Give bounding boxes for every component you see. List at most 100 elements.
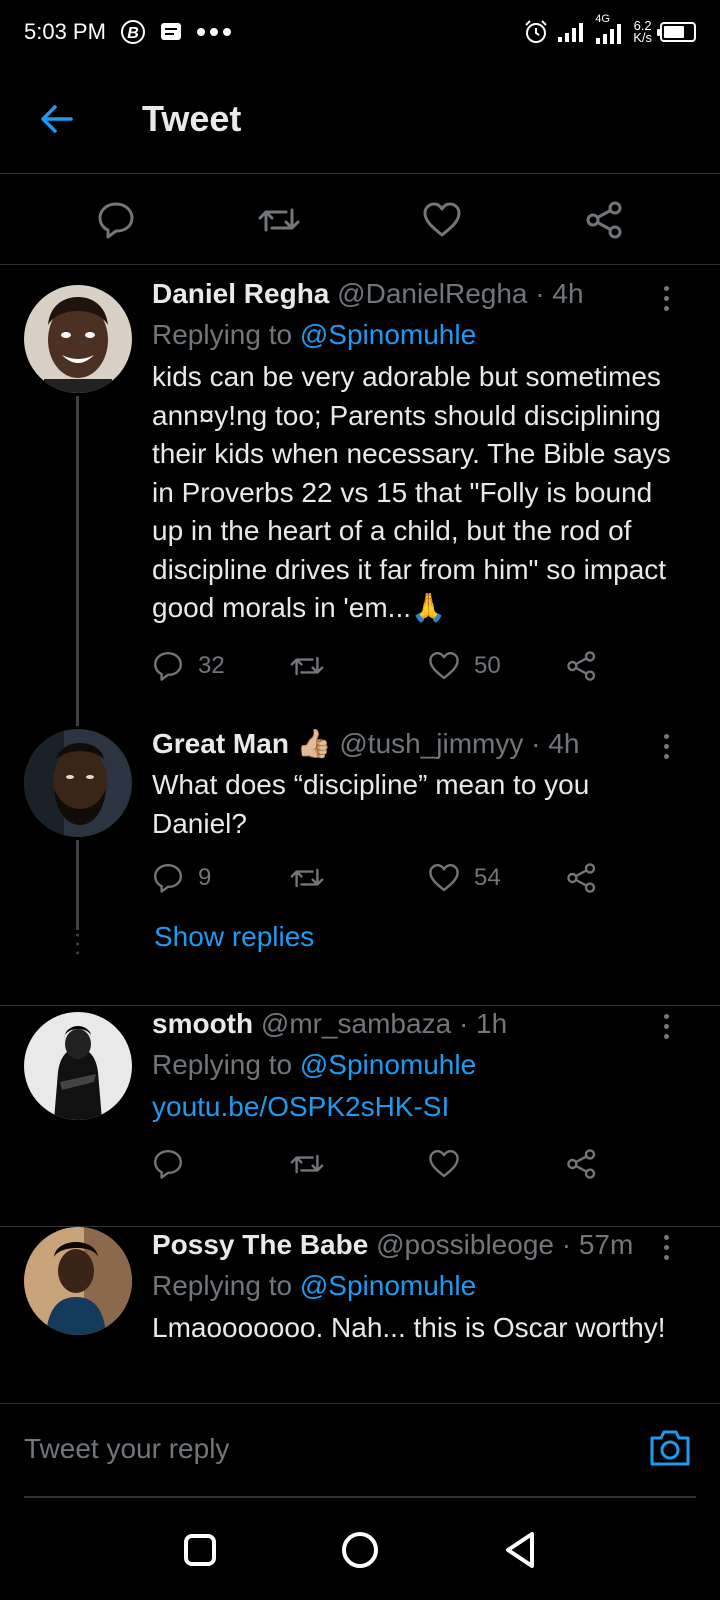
reply-feed[interactable]: Daniel Regha @DanielRegha · 4h Replying … (0, 266, 720, 1403)
share-action[interactable] (566, 856, 598, 900)
more-options-button[interactable] (654, 278, 678, 318)
tweet-text: kids can be very adorable but sometimes … (152, 361, 671, 623)
back-button[interactable] (28, 90, 86, 148)
more-options-button[interactable] (654, 1006, 678, 1046)
system-navigation (0, 1500, 720, 1600)
mention-link[interactable]: @Spinomuhle (300, 319, 476, 350)
reply-icon (154, 864, 182, 893)
recents-button[interactable] (170, 1520, 230, 1580)
tweet-actions: 32 50 (152, 644, 622, 688)
separator: · (535, 278, 545, 309)
replying-to: Replying to @Spinomuhle (152, 1267, 680, 1305)
net-speed: 6.2 K/s (633, 19, 652, 44)
battery-level (664, 26, 684, 38)
tweet-time: 57m (578, 1229, 634, 1260)
camera-icon (650, 1430, 690, 1466)
avatar[interactable] (24, 1227, 132, 1335)
more-options-button[interactable] (654, 726, 678, 766)
author-name[interactable]: Daniel Regha (152, 278, 329, 309)
reply-composer (0, 1403, 720, 1498)
share-button[interactable] (575, 190, 635, 250)
retweet-action[interactable] (288, 1142, 340, 1186)
replying-prefix: Replying to (152, 1049, 293, 1080)
reply-action[interactable]: 32 (152, 644, 225, 688)
home-button[interactable] (330, 1520, 390, 1580)
tweet-header: smooth @mr_sambaza · 1h (152, 1006, 680, 1042)
separator: · (531, 728, 541, 759)
tweet-text: Lmaooooooo. Nah... this is Oscar worthy! (152, 1312, 666, 1343)
reply-button[interactable] (86, 190, 146, 250)
thread-line (76, 840, 79, 930)
replying-prefix: Replying to (152, 319, 293, 350)
mention-link[interactable]: @Spinomuhle (300, 1049, 476, 1080)
thread-line (76, 396, 79, 726)
signal-4g-icon: 4G (595, 13, 625, 45)
reply-count: 32 (198, 652, 225, 679)
retweet-button[interactable] (249, 190, 309, 250)
like-action[interactable] (428, 1142, 474, 1186)
share-icon (567, 651, 596, 681)
svg-text:B: B (127, 25, 139, 42)
tweet-actions (152, 1142, 622, 1186)
retweet-action[interactable] (288, 856, 340, 900)
replying-to: Replying to @Spinomuhle (152, 1046, 680, 1084)
author-handle[interactable]: @tush_jimmyy (339, 728, 523, 759)
tweet-item[interactable]: Possy The Babe @possibleoge · 57m Replyi… (0, 1227, 720, 1403)
reply-icon (154, 652, 182, 681)
name-emoji: 👍🏼 (296, 728, 332, 759)
share-action[interactable] (566, 644, 598, 688)
triangle-back-icon (506, 1532, 534, 1568)
tweet-item[interactable]: smooth @mr_sambaza · 1h Replying to @Spi… (0, 1006, 720, 1222)
tweet-action-bar (0, 175, 720, 265)
tweet-link[interactable]: youtu.be/OSPK2sHK-SI (152, 1088, 680, 1127)
tweet-body: smooth @mr_sambaza · 1h Replying to @Spi… (152, 1006, 680, 1127)
back-nav-button[interactable] (490, 1520, 550, 1580)
author-handle[interactable]: @mr_sambaza (261, 1008, 451, 1039)
author-handle[interactable]: @DanielRegha (337, 278, 527, 309)
tweet-item[interactable]: Great Man 👍🏼 @tush_jimmyy · 4h What does… (0, 726, 720, 986)
share-action[interactable] (566, 1142, 598, 1186)
reply-action[interactable]: 9 (152, 856, 211, 900)
like-action[interactable]: 50 (428, 644, 501, 688)
share-icon (586, 201, 621, 238)
heart-icon (429, 864, 459, 892)
tweet-header: Possy The Babe @possibleoge · 57m (152, 1227, 680, 1263)
author-handle[interactable]: @possibleoge (376, 1229, 554, 1260)
tweet-header: Great Man 👍🏼 @tush_jimmyy · 4h (152, 726, 680, 762)
like-button[interactable] (412, 190, 472, 250)
heart-icon (429, 1150, 459, 1178)
tweet-time: 4h (552, 278, 584, 309)
thread-dots (76, 933, 79, 962)
retweet-icon (258, 208, 299, 231)
reply-input[interactable] (24, 1424, 604, 1474)
share-icon (567, 1149, 596, 1179)
reply-action[interactable] (152, 1142, 198, 1186)
more-options-button[interactable] (654, 1227, 678, 1267)
bitcoin-icon: B (120, 19, 146, 45)
avatar[interactable] (24, 1012, 132, 1120)
show-replies-link[interactable]: Show replies (154, 921, 314, 953)
share-icon (567, 863, 596, 893)
tweet-time: 4h (548, 728, 580, 759)
avatar[interactable] (24, 729, 132, 837)
retweet-icon (290, 868, 324, 888)
tweet-header: Daniel Regha @DanielRegha · 4h (152, 276, 680, 312)
alarm-icon (523, 19, 549, 45)
tweet-item[interactable]: Daniel Regha @DanielRegha · 4h Replying … (0, 266, 720, 726)
retweet-icon (290, 656, 324, 676)
status-time: 5:03 PM (24, 19, 106, 44)
author-name[interactable]: smooth (152, 1008, 253, 1039)
reply-icon (98, 202, 133, 238)
replying-to: Replying to @Spinomuhle (152, 316, 680, 354)
retweet-action[interactable] (288, 644, 340, 688)
signal-icon (557, 21, 587, 43)
like-action[interactable]: 54 (428, 856, 501, 900)
mention-link[interactable]: @Spinomuhle (300, 1270, 476, 1301)
author-name[interactable]: Possy The Babe (152, 1229, 368, 1260)
status-bar: 5:03 PM B 4G 6.2 K/s (0, 0, 720, 64)
avatar[interactable] (24, 285, 132, 393)
author-name[interactable]: Great Man (152, 728, 289, 759)
camera-button[interactable] (646, 1424, 694, 1472)
network-type: 4G (595, 13, 610, 25)
reply-icon (154, 1150, 182, 1179)
